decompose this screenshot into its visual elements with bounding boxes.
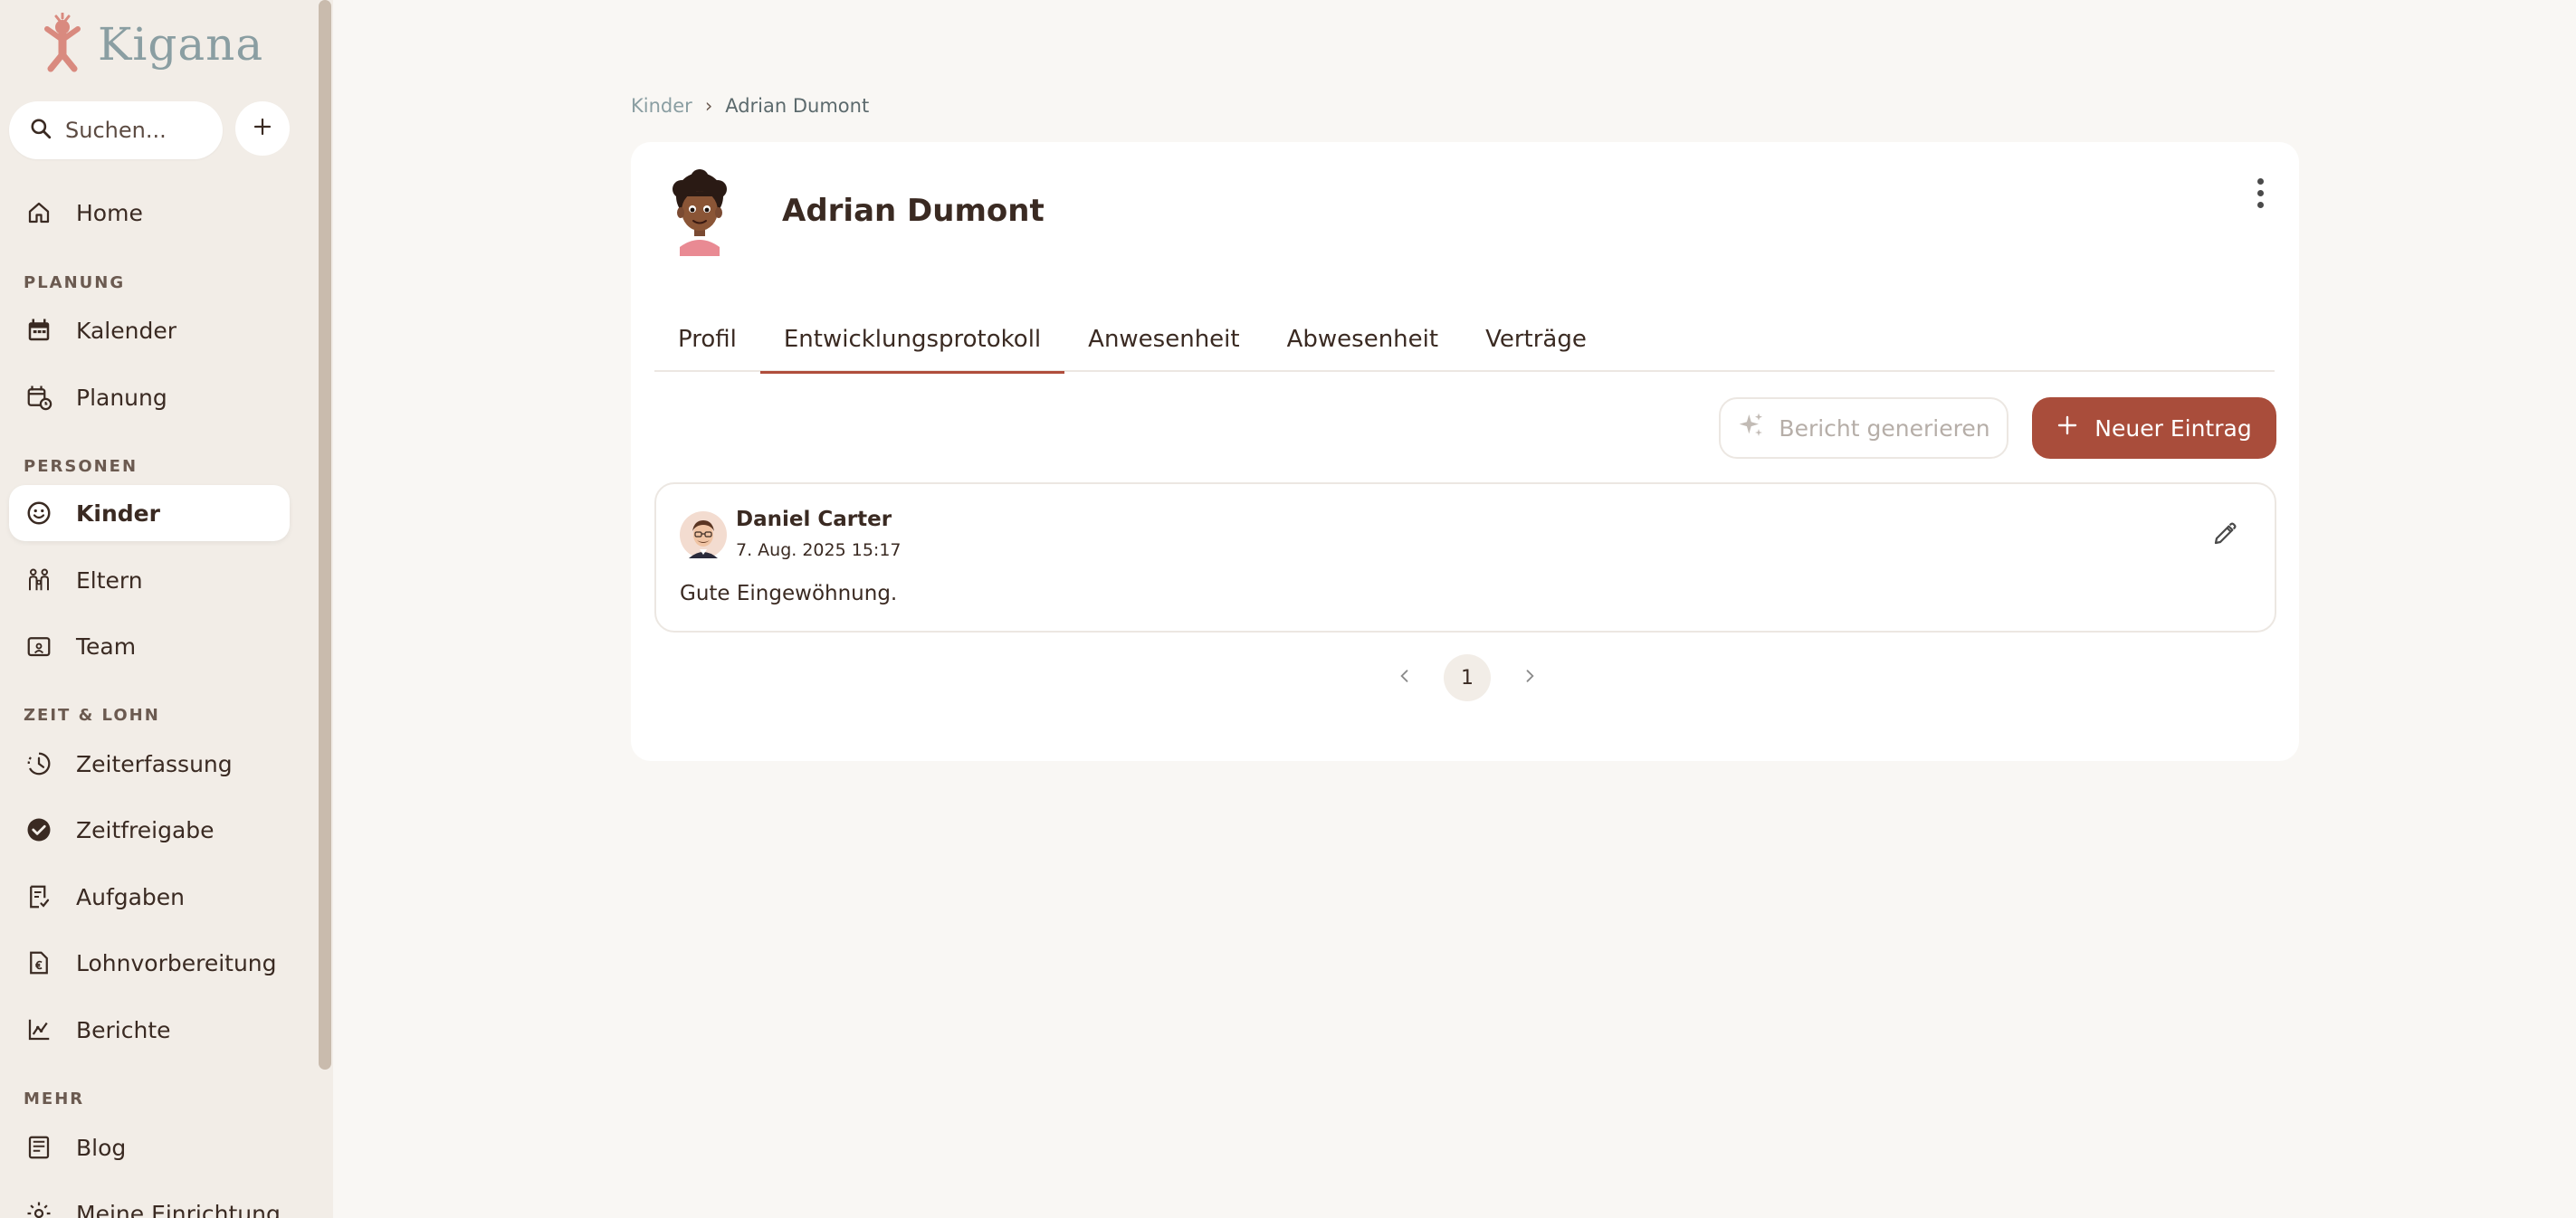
tab-bar: Profil Entwicklungsprotokoll Anwesenheit… xyxy=(654,307,2275,374)
new-entry-label: Neuer Eintrag xyxy=(2094,414,2252,442)
calendar-clock-icon xyxy=(24,382,54,413)
task-list-icon xyxy=(24,881,54,912)
calendar-icon xyxy=(24,315,54,346)
sidebar-item-zeiterfassung[interactable]: Zeiterfassung xyxy=(9,736,290,792)
plus-icon xyxy=(2056,414,2078,442)
sidebar: Kigana Suchen... Home PLANUNG Kalender P… xyxy=(0,0,333,1218)
sidebar-item-label: Team xyxy=(76,633,137,660)
sidebar-item-label: Kalender xyxy=(76,317,177,344)
sidebar-item-eltern[interactable]: Eltern xyxy=(9,552,290,608)
sidebar-item-einrichtung[interactable]: Meine Einrichtung xyxy=(9,1185,290,1218)
sidebar-item-team[interactable]: Team xyxy=(9,618,290,674)
search-icon xyxy=(29,117,52,144)
sidebar-item-kalender[interactable]: Kalender xyxy=(9,302,290,358)
home-icon xyxy=(24,197,54,228)
log-entry: Daniel Carter 7. Aug. 2025 15:17 Gute Ei… xyxy=(654,482,2276,633)
check-circle-icon xyxy=(24,814,54,845)
generate-report-label: Bericht generieren xyxy=(1779,414,1990,442)
sidebar-item-label: Aufgaben xyxy=(76,883,186,910)
entry-date: 7. Aug. 2025 15:17 xyxy=(736,540,902,560)
section-label-personen: PERSONEN xyxy=(24,457,138,476)
section-label-zeit-lohn: ZEIT & LOHN xyxy=(24,706,160,725)
sparkle-icon xyxy=(1737,411,1766,445)
tab-vertraege[interactable]: Verträge xyxy=(1462,307,1610,372)
sidebar-item-label: Lohnvorbereitung xyxy=(76,949,277,976)
entry-text: Gute Eingewöhnung. xyxy=(680,582,898,605)
euro-document-icon xyxy=(24,947,54,978)
smiley-icon xyxy=(24,498,54,528)
add-button[interactable] xyxy=(235,101,290,156)
page-number-button[interactable]: 1 xyxy=(1444,654,1491,701)
sidebar-item-kinder[interactable]: Kinder xyxy=(9,485,290,541)
child-avatar xyxy=(656,169,743,256)
sidebar-item-zeitfreigabe[interactable]: Zeitfreigabe xyxy=(9,802,290,858)
child-detail-card: Adrian Dumont Profil Entwicklungsprotoko… xyxy=(631,142,2299,761)
breadcrumb: Kinder › Adrian Dumont xyxy=(631,92,869,119)
sidebar-item-planung[interactable]: Planung xyxy=(9,369,290,425)
sidebar-item-label: Eltern xyxy=(76,566,143,594)
search-input[interactable]: Suchen... xyxy=(9,101,223,159)
next-page-button[interactable] xyxy=(1516,654,1543,701)
tab-anwesenheit[interactable]: Anwesenheit xyxy=(1064,307,1263,372)
breadcrumb-current: Adrian Dumont xyxy=(725,95,870,117)
plus-icon xyxy=(252,116,273,141)
tab-profil[interactable]: Profil xyxy=(654,307,760,372)
tab-entwicklungsprotokoll[interactable]: Entwicklungsprotokoll xyxy=(759,307,1065,374)
sidebar-scrollbar-thumb[interactable] xyxy=(319,0,331,1070)
search-placeholder: Suchen... xyxy=(65,118,167,143)
sidebar-item-label: Zeiterfassung xyxy=(76,750,233,777)
section-label-planung: PLANUNG xyxy=(24,273,126,292)
gear-icon xyxy=(24,1198,54,1218)
breadcrumb-link-kinder[interactable]: Kinder xyxy=(631,95,692,117)
sidebar-item-label: Berichte xyxy=(76,1016,171,1043)
generate-report-button[interactable]: Bericht generieren xyxy=(1719,397,2008,459)
more-options-icon[interactable] xyxy=(2247,175,2274,211)
edit-icon[interactable] xyxy=(2209,519,2240,549)
logo-icon xyxy=(40,12,85,76)
author-avatar xyxy=(680,511,727,558)
id-card-icon xyxy=(24,631,54,661)
sidebar-item-label: Zeitfreigabe xyxy=(76,816,215,843)
chevron-left-icon xyxy=(1396,667,1414,689)
sidebar-item-label: Home xyxy=(76,199,143,226)
sidebar-item-blog[interactable]: Blog xyxy=(9,1119,290,1175)
chart-icon xyxy=(24,1014,54,1045)
newspaper-icon xyxy=(24,1132,54,1163)
new-entry-button[interactable]: Neuer Eintrag xyxy=(2032,397,2276,459)
previous-page-button[interactable] xyxy=(1391,654,1418,701)
app-root: Kigana Suchen... Home PLANUNG Kalender P… xyxy=(0,0,2576,1218)
entry-author: Daniel Carter xyxy=(736,508,892,531)
pagination: 1 xyxy=(1391,654,1543,701)
sidebar-item-label: Meine Einrichtung xyxy=(76,1200,281,1218)
sidebar-item-aufgaben[interactable]: Aufgaben xyxy=(9,869,290,925)
section-label-mehr: MEHR xyxy=(24,1090,85,1109)
tab-abwesenheit[interactable]: Abwesenheit xyxy=(1264,307,1462,372)
breadcrumb-separator: › xyxy=(704,95,713,117)
sidebar-item-label: Planung xyxy=(76,384,167,411)
child-name: Adrian Dumont xyxy=(782,193,1045,229)
clock-history-icon xyxy=(24,748,54,779)
sidebar-item-lohnvorbereitung[interactable]: Lohnvorbereitung xyxy=(9,935,290,991)
chevron-right-icon xyxy=(1521,667,1539,689)
sidebar-item-label: Blog xyxy=(76,1134,127,1161)
sidebar-item-berichte[interactable]: Berichte xyxy=(9,1002,290,1058)
family-icon xyxy=(24,565,54,595)
brand-name: Kigana xyxy=(98,18,264,71)
sidebar-item-home[interactable]: Home xyxy=(9,185,290,241)
brand-logo[interactable]: Kigana xyxy=(40,11,263,78)
sidebar-item-label: Kinder xyxy=(76,500,160,527)
